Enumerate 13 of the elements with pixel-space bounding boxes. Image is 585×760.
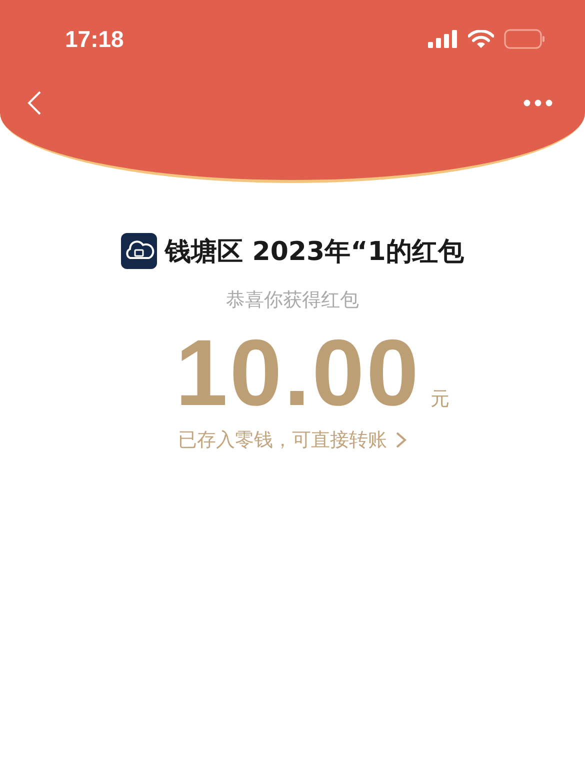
currency-unit: 元 xyxy=(430,387,450,412)
battery-icon xyxy=(504,29,545,49)
wifi-icon xyxy=(468,30,494,48)
packet-title: 钱塘区 2023年“1的红包 xyxy=(165,236,464,268)
subtitle: 恭喜你获得红包 xyxy=(226,288,359,313)
chevron-right-icon xyxy=(395,431,407,449)
wallet-link[interactable]: 已存入零钱，可直接转账 xyxy=(178,427,407,453)
signal-icon xyxy=(428,30,458,48)
back-icon xyxy=(26,90,42,116)
cloud-logo-icon xyxy=(121,233,158,269)
more-icon xyxy=(523,99,553,107)
status-time: 17:18 xyxy=(65,26,124,52)
amount: 10.00 xyxy=(175,319,421,427)
